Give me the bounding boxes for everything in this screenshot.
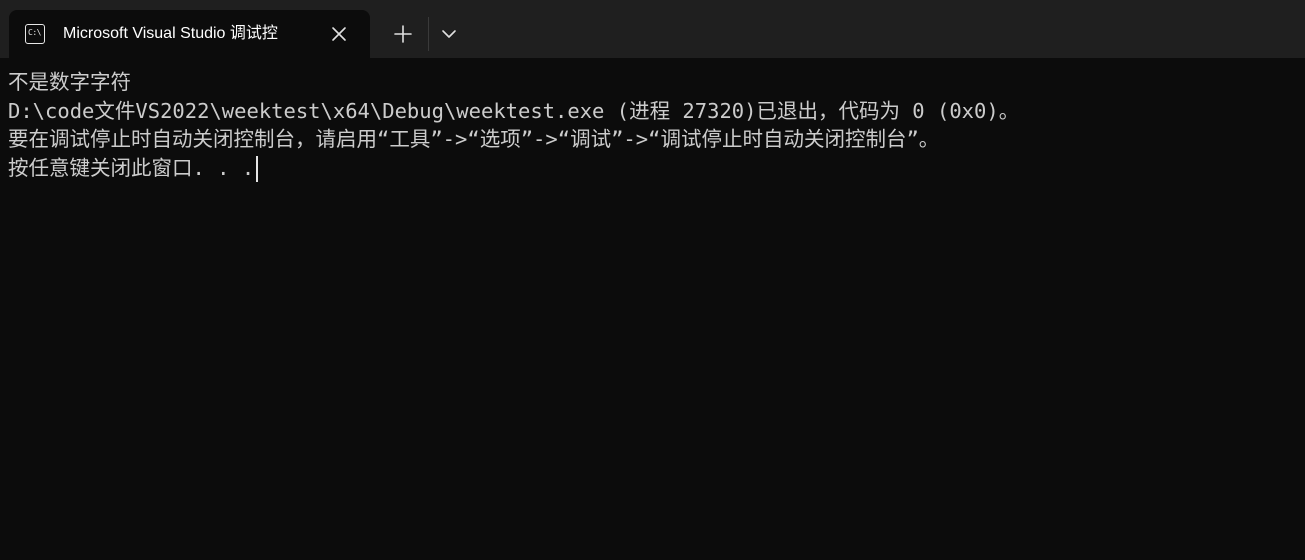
terminal-cmd-icon: C:\ <box>25 24 45 44</box>
console-line-text: 按任意键关闭此窗口. . . <box>8 155 255 180</box>
tab-bar: C:\ Microsoft Visual Studio 调试控 <box>0 0 1305 58</box>
profile-dropdown-button[interactable] <box>434 18 464 50</box>
close-icon <box>332 27 346 41</box>
console-output[interactable]: 不是数字字符 D:\code文件VS2022\weektest\x64\Debu… <box>0 58 1305 560</box>
console-line-4: 按任意键关闭此窗口. . . <box>8 154 1305 183</box>
console-line-text: 不是数字字符 <box>8 70 131 94</box>
tab-bar-divider <box>428 17 429 51</box>
tab-visual-studio-debug-console[interactable]: C:\ Microsoft Visual Studio 调试控 <box>9 10 370 58</box>
console-line-text: 要在调试停止时自动关闭控制台，请启用“工具”->“选项”->“调试”->“调试停… <box>8 127 940 151</box>
close-tab-button[interactable] <box>327 22 351 46</box>
chevron-down-icon <box>442 30 456 38</box>
tab-title: Microsoft Visual Studio 调试控 <box>63 25 278 42</box>
console-line-2: D:\code文件VS2022\weektest\x64\Debug\weekt… <box>8 97 1305 126</box>
text-cursor <box>256 155 259 182</box>
cmd-icon-label: C:\ <box>28 28 41 37</box>
console-line-1: 不是数字字符 <box>8 68 1305 97</box>
new-tab-button[interactable] <box>386 18 420 50</box>
console-line-text: D:\code文件VS2022\weektest\x64\Debug\weekt… <box>8 98 1020 123</box>
plus-icon <box>394 25 412 43</box>
terminal-window: C:\ Microsoft Visual Studio 调试控 不是数字字符 D… <box>0 0 1305 560</box>
console-line-3: 要在调试停止时自动关闭控制台，请启用“工具”->“选项”->“调试”->“调试停… <box>8 125 1305 154</box>
